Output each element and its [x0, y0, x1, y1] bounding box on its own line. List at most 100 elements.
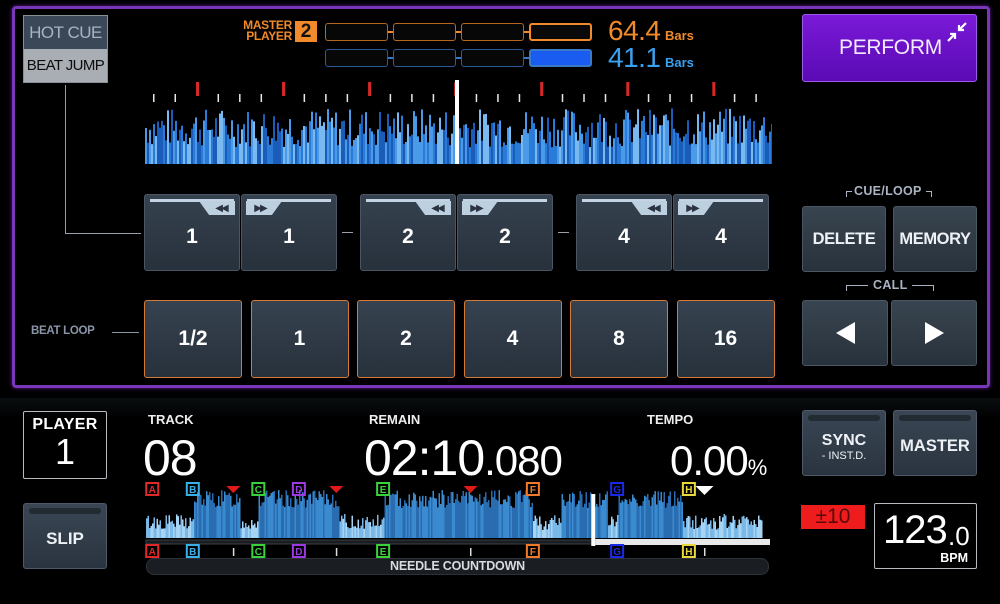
this-bars-value: 41.1: [608, 42, 661, 73]
waveform-bar: [247, 112, 249, 164]
waveform-bar: [675, 505, 677, 538]
call-prev-button[interactable]: [802, 300, 888, 366]
waveform-bar: [267, 497, 269, 538]
waveform-bar: [669, 145, 671, 164]
waveform-bar: [283, 146, 285, 164]
beat-loop-button[interactable]: 8: [570, 300, 668, 378]
waveform-bar: [321, 125, 323, 164]
waveform-bar: [617, 137, 619, 164]
waveform-bar: [716, 529, 718, 538]
beat-jump-forward-button[interactable]: ▶▶ 4: [673, 194, 769, 271]
beat-loop-button[interactable]: 1/2: [144, 300, 242, 378]
beat-jump-back-button[interactable]: ◀◀ 4: [576, 194, 672, 271]
waveform-bar: [525, 112, 527, 164]
beat-loop-button[interactable]: 2: [357, 300, 455, 378]
waveform-bar: [523, 129, 525, 164]
group-separator: [558, 232, 569, 233]
waveform-bar: [707, 524, 709, 538]
waveform-bar: [167, 523, 169, 538]
waveform-bar: [543, 526, 545, 538]
waveform-bar: [372, 519, 374, 538]
waveform-bar: [717, 528, 719, 538]
waveform-bar: [288, 506, 290, 538]
beat-loop-button[interactable]: 4: [463, 300, 562, 378]
waveform-bar: [173, 523, 175, 538]
waveform-bar: [188, 526, 190, 538]
beat-jump-back-button[interactable]: ◀◀ 2: [360, 194, 456, 271]
call-next-button[interactable]: [891, 300, 977, 366]
current-cue-marker[interactable]: [695, 486, 714, 495]
waveform-bar: [563, 499, 565, 538]
waveform-bar: [158, 524, 160, 538]
master-button[interactable]: MASTER: [893, 410, 977, 476]
waveform-bar: [453, 115, 455, 164]
waveform-bar: [447, 496, 449, 538]
connector-line: [65, 233, 141, 234]
waveform-bar: [246, 526, 248, 538]
waveform-bar: [231, 506, 233, 538]
beat-marker: [346, 94, 349, 102]
hot-cue-letter: D: [295, 547, 302, 558]
waveform-bar: [390, 494, 392, 538]
beat-marker: [669, 94, 671, 102]
beat-loop-button[interactable]: 1: [250, 300, 349, 378]
waveform-bar: [168, 515, 170, 538]
waveform-bar: [587, 126, 589, 164]
beat-jump-back-button[interactable]: ◀◀ 1: [144, 194, 240, 271]
waveform-bar: [533, 123, 535, 164]
waveform-bar: [621, 500, 623, 538]
slip-label: SLIP: [46, 529, 84, 548]
tab-beat-jump[interactable]: BEAT JUMP: [24, 49, 107, 82]
zoomed-waveform[interactable]: [145, 80, 772, 168]
waveform-bar: [233, 136, 235, 164]
waveform-bar: [513, 507, 515, 538]
waveform-bar: [236, 494, 238, 538]
waveform-bar: [216, 505, 218, 538]
master-player-label: MASTER PLAYER: [236, 19, 292, 42]
hot-cue-letter: H: [685, 547, 692, 558]
beat-jump-forward-button[interactable]: ▶▶ 2: [457, 194, 553, 271]
waveform-bar: [423, 506, 425, 538]
waveform-bar: [637, 109, 639, 164]
waveform-bar: [495, 499, 497, 538]
waveform-bar: [623, 119, 625, 164]
beat-jump-forward-button[interactable]: ▶▶ 1: [241, 194, 337, 271]
waveform-bar: [513, 143, 515, 164]
waveform-bar: [474, 497, 476, 538]
waveform-bar: [747, 519, 749, 538]
waveform-bar: [431, 126, 433, 164]
waveform-bar: [702, 522, 704, 538]
perform-button[interactable]: PERFORM: [802, 14, 977, 82]
waveform-bar: [517, 142, 519, 164]
waveform-bar: [289, 119, 291, 164]
waveform-bar: [545, 521, 547, 538]
waveform-bar: [212, 493, 214, 538]
tab-hot-cue[interactable]: HOT CUE: [24, 16, 107, 49]
beat-loop-button[interactable]: 16: [676, 300, 775, 378]
waveform-bar: [243, 527, 245, 538]
memory-cue-marker[interactable]: [226, 486, 241, 493]
waveform-bar: [705, 137, 707, 164]
memory-cue-marker[interactable]: [463, 486, 478, 493]
waveform-bar: [305, 126, 307, 164]
waveform-bar: [687, 516, 689, 538]
memory-cue-marker[interactable]: [329, 486, 344, 493]
waveform-bar: [444, 507, 446, 538]
waveform-bar: [323, 122, 325, 164]
hot-cue-letter: E: [380, 547, 387, 558]
waveform-bar: [393, 118, 395, 164]
slip-button[interactable]: SLIP: [23, 503, 107, 569]
beat-marker: [475, 94, 478, 102]
waveform-bar: [507, 127, 509, 164]
waveform-bar: [505, 144, 507, 164]
memory-button[interactable]: MEMORY: [893, 206, 977, 272]
waveform-bar: [518, 491, 520, 538]
sync-button[interactable]: SYNC - INST.D.: [802, 410, 886, 476]
delete-button[interactable]: DELETE: [802, 206, 886, 272]
needle-countdown-bar[interactable]: NEEDLE COUNTDOWN: [146, 558, 769, 575]
waveform-bar: [399, 498, 401, 538]
waveform-bar: [239, 497, 241, 538]
jump-amount: 4: [618, 225, 630, 248]
waveform-bar: [237, 502, 239, 538]
waveform-bar: [601, 141, 603, 164]
